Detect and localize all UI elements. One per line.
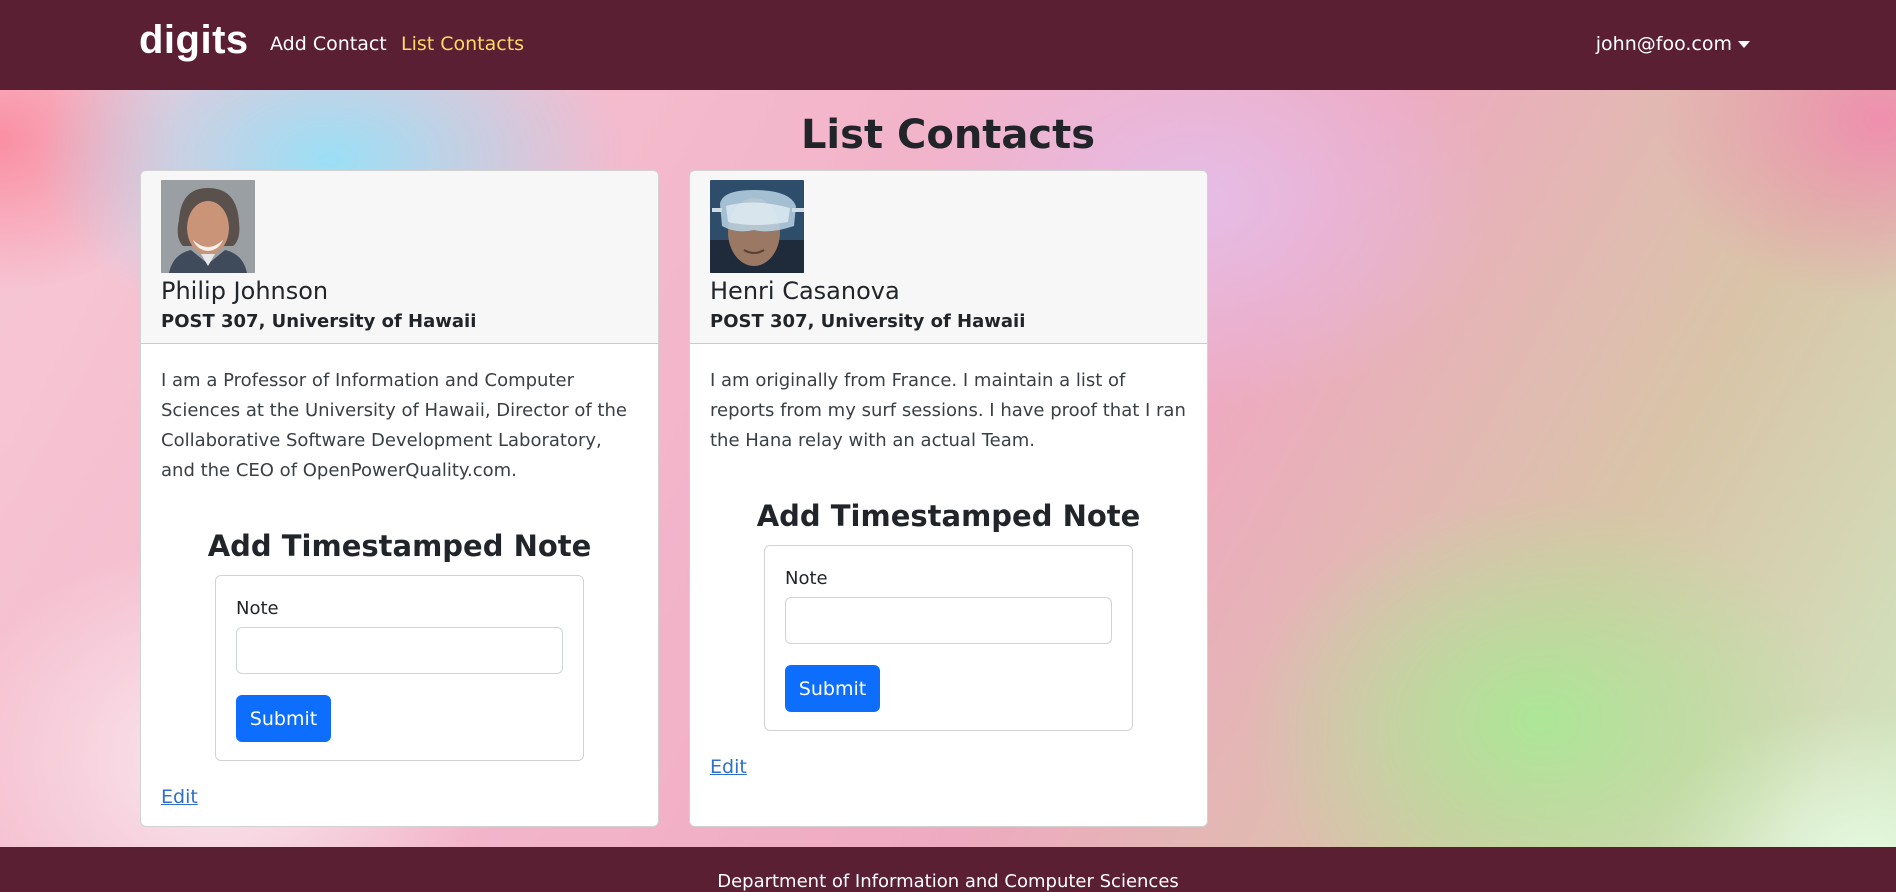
edit-link[interactable]: Edit <box>161 786 198 808</box>
contact-card-body: I am a Professor of Information and Comp… <box>141 344 658 808</box>
note-input[interactable] <box>236 627 563 674</box>
avatar <box>710 180 804 273</box>
contact-name: Philip Johnson <box>161 277 329 305</box>
contact-card-header: Henri Casanova POST 307, University of H… <box>690 171 1207 344</box>
submit-button[interactable]: Submit <box>785 665 880 712</box>
footer-text: Department of Information and Computer S… <box>717 871 1179 892</box>
nav-add-contact[interactable]: Add Contact <box>270 33 387 55</box>
contact-address: POST 307, University of Hawaii <box>161 311 477 332</box>
contact-card: Henri Casanova POST 307, University of H… <box>689 170 1208 827</box>
page-footer: Department of Information and Computer S… <box>0 847 1896 892</box>
contact-card: Philip Johnson POST 307, University of H… <box>140 170 659 827</box>
nav-list-contacts[interactable]: List Contacts <box>401 33 524 55</box>
user-menu-dropdown[interactable]: john@foo.com <box>1596 33 1750 55</box>
contact-card-body: I am originally from France. I maintain … <box>690 344 1207 778</box>
page-title: List Contacts <box>800 112 1096 158</box>
submit-button[interactable]: Submit <box>236 695 331 742</box>
contact-description: I am a Professor of Information and Comp… <box>161 370 627 481</box>
chevron-down-icon <box>1738 40 1750 48</box>
note-input[interactable] <box>785 597 1112 644</box>
contact-address: POST 307, University of Hawaii <box>710 311 1026 332</box>
note-label: Note <box>236 598 279 619</box>
edit-link[interactable]: Edit <box>710 756 747 778</box>
top-navbar: digits Add Contact List Contacts john@fo… <box>0 0 1896 90</box>
add-note-title: Add Timestamped Note <box>756 499 1141 533</box>
add-note-form: Note Submit <box>764 545 1133 731</box>
user-email: john@foo.com <box>1595 33 1732 55</box>
brand-logo[interactable]: digits <box>139 18 249 63</box>
add-note-form: Note Submit <box>215 575 584 761</box>
contact-description: I am originally from France. I maintain … <box>710 370 1186 451</box>
add-note-title: Add Timestamped Note <box>207 529 592 563</box>
contact-name: Henri Casanova <box>710 277 900 305</box>
note-label: Note <box>785 568 828 589</box>
avatar <box>161 180 255 273</box>
contact-card-header: Philip Johnson POST 307, University of H… <box>141 171 658 344</box>
